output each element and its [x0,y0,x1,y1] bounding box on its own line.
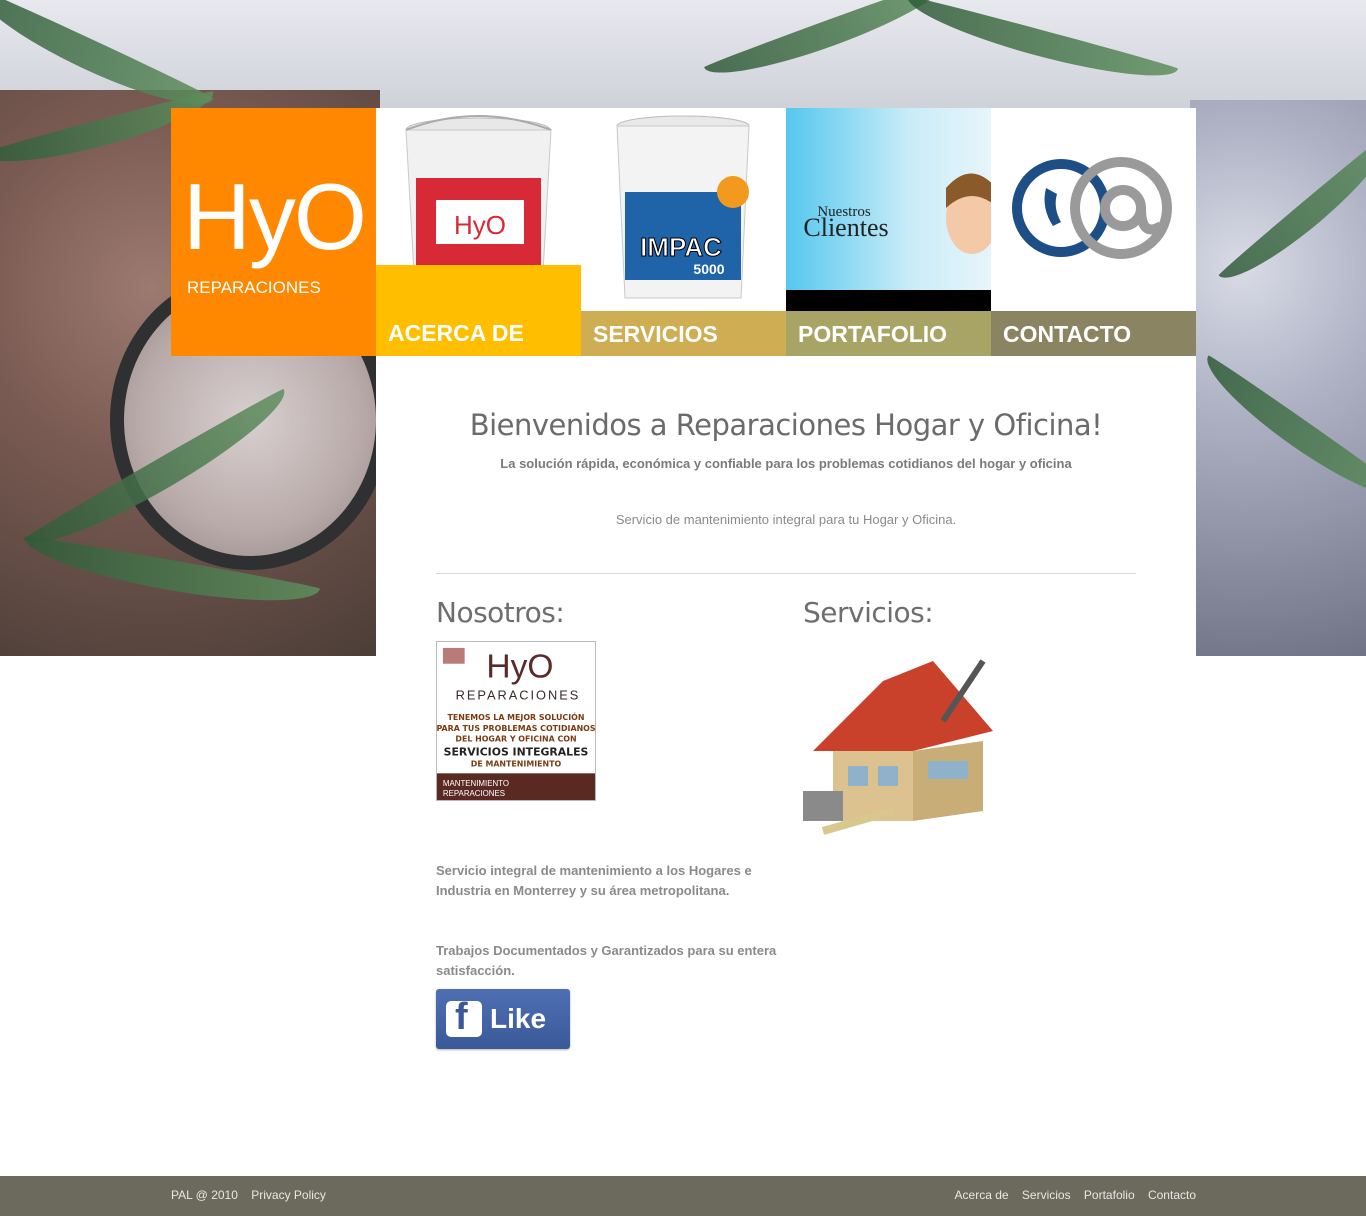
svg-text:DEL HOGAR Y OFICINA CON: DEL HOGAR Y OFICINA CON [455,735,576,744]
page: HyO REPARACIONES HyO ACERCA DE IMPAC 500… [0,0,1366,1216]
paint-bucket-impac-image: IMPAC 5000 [581,108,786,312]
site-header: HyO REPARACIONES HyO ACERCA DE IMPAC 500… [171,108,1196,356]
svg-text:IMPAC: IMPAC [640,232,722,262]
footer-link-servicios[interactable]: Servicios [1022,1188,1071,1202]
nav-acerca-de[interactable]: ACERCA DE [376,265,581,356]
site-footer: PAL @ 2010 Privacy Policy Acerca de Serv… [0,1176,1366,1216]
footer-link-contacto[interactable]: Contacto [1148,1188,1196,1202]
main-content: Bienvenidos a Reparaciones Hogar y Ofici… [376,356,1196,1176]
privacy-policy-link[interactable]: Privacy Policy [251,1188,326,1202]
servicios-heading: Servicios: [803,596,934,629]
nav-servicios[interactable]: SERVICIOS [581,311,786,356]
facebook-like-button[interactable]: f Like [436,989,570,1049]
svg-text:HyO: HyO [454,210,506,240]
svg-text:SERVICIOS INTEGRALES: SERVICIOS INTEGRALES [444,746,589,759]
site-logo[interactable]: HyO REPARACIONES [171,108,376,356]
svg-text:MANTENIMIENTO: MANTENIMIENTO [443,779,509,788]
divider [436,573,1136,574]
nosotros-heading: Nosotros: [436,596,565,629]
about-description: Servicio integral de mantenimiento a los… [436,863,752,898]
svg-text:5000: 5000 [693,261,724,277]
nav-tile-servicios[interactable]: IMPAC 5000 SERVICIOS [581,108,786,356]
phone-at-icon [991,108,1196,312]
svg-text:REPARACIONES: REPARACIONES [456,687,581,702]
svg-text:TENEMOS LA MEJOR SOLUCIÓN: TENEMOS LA MEJOR SOLUCIÓN [448,711,585,722]
svg-text:Clientes: Clientes [803,213,888,242]
copyright-text: PAL @ 2010 [171,1188,238,1202]
page-tagline: La solución rápida, económica y confiabl… [500,456,1072,471]
page-title: Bienvenidos a Reparaciones Hogar y Ofici… [469,408,1103,442]
nav-contacto[interactable]: CONTACTO [991,311,1196,356]
nav-tile-acerca-de[interactable]: HyO ACERCA DE [376,108,581,356]
nav-tile-contacto[interactable]: CONTACTO [991,108,1196,356]
service-intro: Servicio de mantenimiento integral para … [615,512,957,527]
svg-text:REPARACIONES: REPARACIONES [443,789,505,798]
facebook-icon: f [446,998,482,1037]
footer-link-portafolio[interactable]: Portafolio [1084,1188,1135,1202]
svg-text:HyO: HyO [486,649,553,686]
logo-title: HyO [183,164,367,269]
svg-text:PARA TUS PROBLEMAS COTIDIANOS: PARA TUS PROBLEMAS COTIDIANOS [436,724,595,733]
footer-link-acerca-de[interactable]: Acerca de [955,1188,1009,1202]
guarantee-text: Trabajos Documentados y Garantizados par… [436,943,777,978]
clients-banner-image: Nuestros Clientes [786,108,991,312]
svg-text:DE MANTENIMIENTO: DE MANTENIMIENTO [471,759,562,768]
nav-tile-portafolio[interactable]: Nuestros Clientes PORTAFOLIO [786,108,991,356]
house-illustration-image [803,641,1003,841]
logo-subtitle: REPARACIONES [187,278,321,297]
like-label: Like [490,1003,547,1034]
nav-portafolio[interactable]: PORTAFOLIO [786,311,991,356]
about-promo-image: HyO REPARACIONES TENEMOS LA MEJOR SOLUCI… [436,641,596,801]
